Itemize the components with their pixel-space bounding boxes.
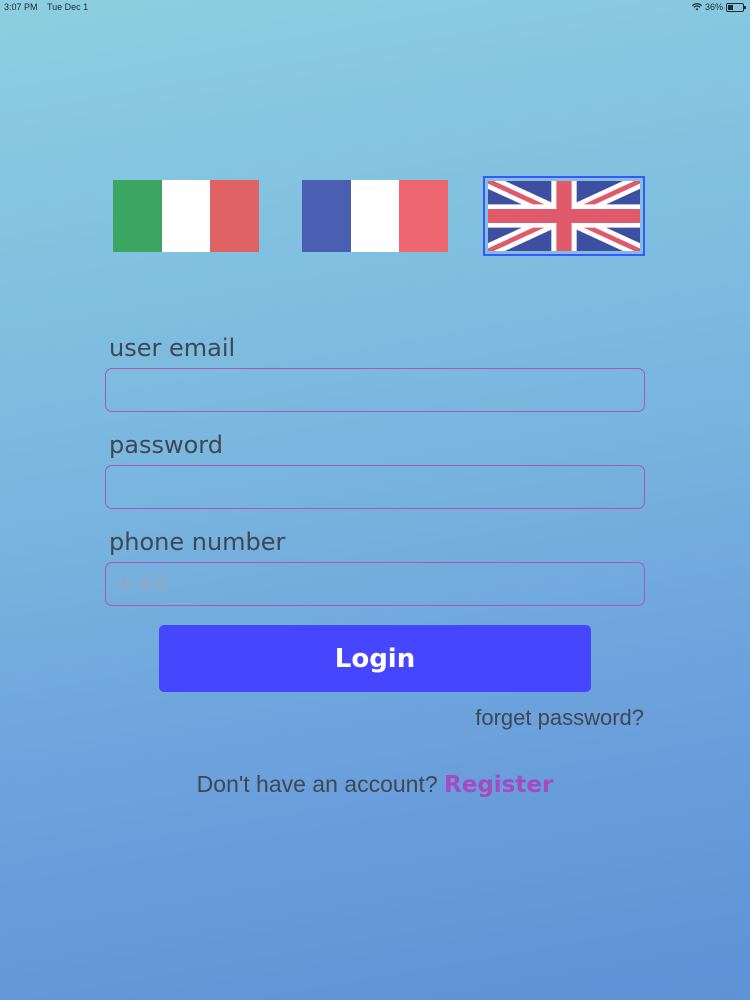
register-row: Don't have an account? Register bbox=[0, 771, 750, 798]
wifi-icon bbox=[691, 3, 702, 11]
flag-english[interactable] bbox=[483, 176, 645, 256]
battery-icon bbox=[726, 2, 746, 12]
register-link[interactable]: Register bbox=[444, 772, 553, 798]
flag-band bbox=[302, 180, 351, 252]
flag-band bbox=[399, 180, 449, 252]
union-jack-icon bbox=[488, 181, 640, 251]
status-time: 3:07 PM bbox=[4, 2, 38, 12]
password-label: password bbox=[109, 431, 223, 459]
email-field[interactable] bbox=[105, 368, 645, 412]
register-prompt: Don't have an account? bbox=[196, 771, 438, 797]
flag-band bbox=[113, 180, 162, 252]
status-bar: 3:07 PM Tue Dec 1 36% bbox=[0, 0, 750, 14]
battery-percent: 36% bbox=[704, 2, 723, 12]
flag-band bbox=[161, 180, 211, 252]
flag-italian[interactable] bbox=[113, 180, 260, 252]
status-indicators: 36% bbox=[691, 2, 746, 12]
flag-band bbox=[350, 180, 400, 252]
phone-field[interactable] bbox=[105, 562, 645, 606]
flag-band bbox=[210, 180, 260, 252]
phone-label: phone number bbox=[109, 528, 286, 556]
password-field[interactable] bbox=[105, 465, 645, 509]
email-label: user email bbox=[109, 334, 236, 362]
login-button[interactable]: Login bbox=[159, 625, 591, 692]
status-date: Tue Dec 1 bbox=[47, 2, 89, 12]
forget-password-link[interactable]: forget password? bbox=[475, 705, 644, 731]
flag-french[interactable] bbox=[302, 180, 449, 252]
